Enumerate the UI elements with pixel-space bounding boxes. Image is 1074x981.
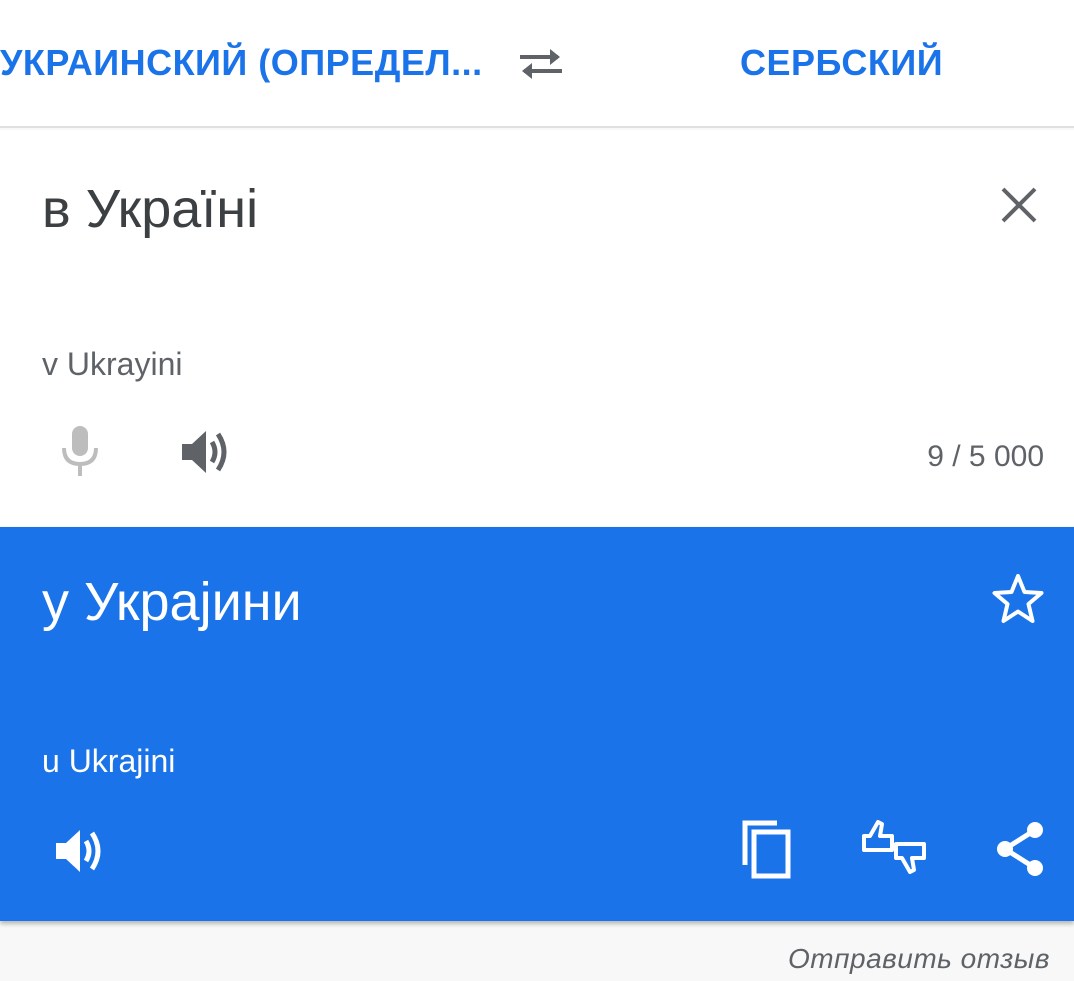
- source-language-button[interactable]: УКРАИНСКИЙ (ОПРЕДЕЛ...: [0, 42, 490, 84]
- voice-input-button[interactable]: [52, 422, 108, 484]
- swap-arrows-icon: [516, 44, 566, 89]
- save-translation-button[interactable]: [988, 571, 1048, 631]
- listen-source-button[interactable]: [176, 424, 236, 484]
- language-bar: УКРАИНСКИЙ (ОПРЕДЕЛ... СЕРБСКИЙ: [0, 0, 1074, 128]
- speaker-icon: [180, 428, 232, 481]
- swap-languages-button[interactable]: [508, 38, 574, 94]
- thumbs-up-down-icon: [860, 818, 928, 883]
- rate-translation-button[interactable]: [858, 817, 930, 883]
- translation-result-card: у Украјини u Ukrajini: [0, 527, 1074, 921]
- source-transliteration: v Ukrayini: [42, 346, 183, 382]
- clear-input-button[interactable]: [990, 178, 1048, 236]
- close-icon: [999, 185, 1039, 230]
- star-outline-icon: [991, 573, 1045, 630]
- share-icon: [993, 820, 1047, 883]
- source-input-card: в Україні v Ukrayini 9 / 5 000: [0, 130, 1074, 526]
- speaker-icon: [54, 827, 106, 880]
- character-counter: 9 / 5 000: [927, 440, 1044, 473]
- listen-translation-button[interactable]: [50, 823, 110, 883]
- send-feedback-link[interactable]: Отправить отзыв: [788, 943, 1050, 975]
- source-text-input[interactable]: в Україні: [42, 178, 258, 240]
- copy-icon: [739, 819, 793, 884]
- share-translation-button[interactable]: [990, 821, 1050, 881]
- target-transliteration: u Ukrajini: [42, 743, 176, 779]
- target-language-button[interactable]: СЕРБСКИЙ: [740, 42, 943, 84]
- translated-text: у Украјини: [42, 572, 302, 632]
- microphone-icon: [60, 424, 100, 483]
- copy-translation-button[interactable]: [736, 819, 796, 883]
